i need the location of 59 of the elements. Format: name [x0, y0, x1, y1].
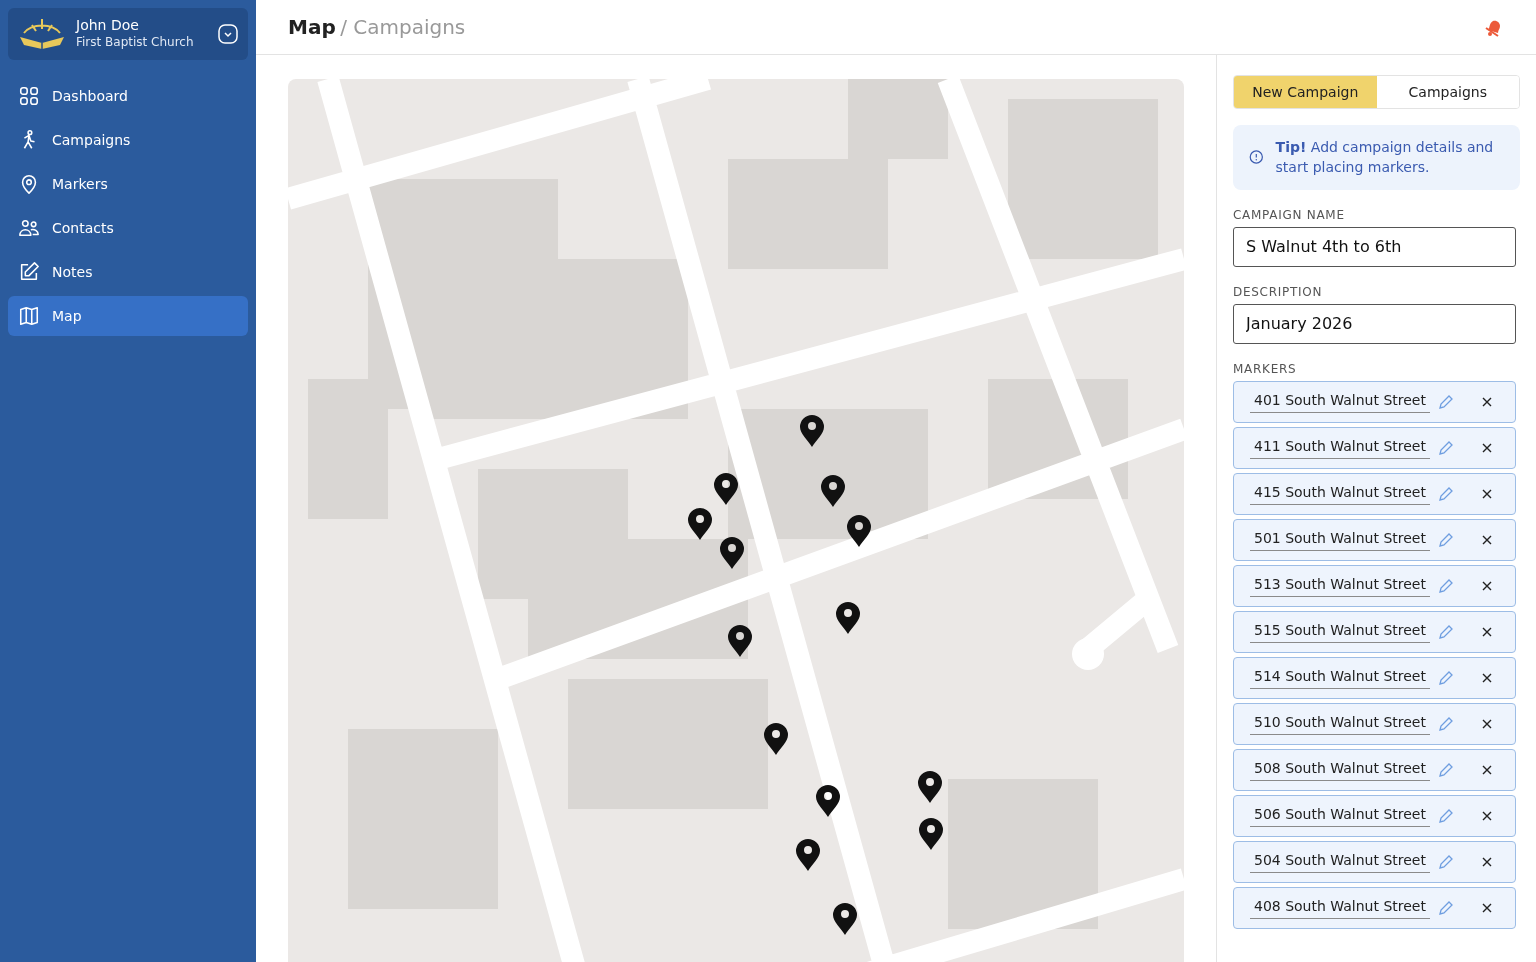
marker-address[interactable]: 515 South Walnut Street	[1250, 620, 1430, 644]
people-icon	[18, 217, 40, 239]
user-name: John Doe	[76, 16, 140, 34]
marker-address[interactable]: 506 South Walnut Street	[1250, 804, 1430, 828]
nav-item[interactable]: Notes	[8, 252, 248, 292]
page-title: Map	[288, 15, 336, 39]
grid-icon	[18, 85, 40, 107]
marker-address[interactable]: 401 South Walnut Street	[1250, 390, 1430, 414]
marker-item[interactable]: 514 South Walnut Street	[1233, 656, 1516, 699]
marker-address[interactable]: 514 South Walnut Street	[1250, 666, 1430, 690]
account-switcher[interactable]: John Doe First Baptist Church	[8, 8, 248, 60]
marker-item[interactable]: 506 South Walnut Street	[1233, 794, 1516, 837]
tab[interactable]: New Campaign	[1234, 76, 1377, 108]
input-field[interactable]: S Walnut 4th to 6th	[1233, 226, 1516, 267]
marker-item[interactable]: 513 South Walnut Street	[1233, 564, 1516, 607]
marker-address[interactable]: 415 South Walnut Street	[1250, 482, 1430, 506]
marker-address[interactable]: 408 South Walnut Street	[1250, 896, 1430, 920]
marker-address[interactable]: 508 South Walnut Street	[1250, 758, 1430, 782]
marker-item[interactable]: 415 South Walnut Street	[1233, 472, 1516, 515]
close-icon[interactable]	[1481, 396, 1493, 409]
close-icon[interactable]	[1481, 810, 1493, 823]
map-icon	[18, 305, 40, 327]
marker-item[interactable]: 504 South Walnut Street	[1233, 840, 1516, 883]
edit-icon	[18, 261, 40, 283]
marker-item[interactable]: 401 South Walnut Street	[1233, 380, 1516, 423]
close-icon[interactable]	[1481, 626, 1493, 639]
marker-item[interactable]: 501 South Walnut Street	[1233, 518, 1516, 561]
tip-message: Tip! Add campaign details and start placing markers.	[1275, 138, 1495, 178]
chevron-down-icon[interactable]	[218, 24, 238, 44]
marker-item[interactable]: 508 South Walnut Street	[1233, 748, 1516, 791]
marker-item[interactable]: 411 South Walnut Street	[1233, 426, 1516, 469]
marker-address[interactable]: 504 South Walnut Street	[1250, 850, 1430, 874]
input-field[interactable]: January 2026	[1233, 303, 1516, 344]
close-icon[interactable]	[1481, 672, 1493, 685]
close-icon[interactable]	[1481, 580, 1493, 593]
nav-item[interactable]: Map	[8, 296, 248, 336]
nav-item[interactable]: Markers	[8, 164, 248, 204]
nav-item[interactable]: Contacts	[8, 208, 248, 248]
nav-item[interactable]: Campaigns	[8, 120, 248, 160]
field-label: DESCRIPTION	[1233, 283, 1324, 301]
organization-name: First Baptist Church	[76, 34, 195, 52]
marker-address[interactable]: 411 South Walnut Street	[1250, 436, 1430, 460]
close-icon[interactable]	[1481, 856, 1493, 869]
nav-item[interactable]: Dashboard	[8, 76, 248, 116]
close-icon[interactable]	[1481, 764, 1493, 777]
field-label: MARKERS	[1233, 360, 1298, 378]
close-icon[interactable]	[1481, 718, 1493, 731]
logo-icon	[18, 17, 66, 51]
close-icon[interactable]	[1481, 488, 1493, 501]
marker-address[interactable]: 510 South Walnut Street	[1250, 712, 1430, 736]
marker-address[interactable]: 513 South Walnut Street	[1250, 574, 1430, 598]
marker-item[interactable]: 515 South Walnut Street	[1233, 610, 1516, 653]
marker-address[interactable]: 501 South Walnut Street	[1250, 528, 1430, 552]
marker-item[interactable]: 510 South Walnut Street	[1233, 702, 1516, 745]
close-icon[interactable]	[1481, 902, 1493, 915]
close-icon[interactable]	[1481, 442, 1493, 455]
field-label: CAMPAIGN NAME	[1233, 206, 1346, 224]
close-icon[interactable]	[1481, 534, 1493, 547]
marker-item[interactable]: 408 South Walnut Street	[1233, 886, 1516, 929]
